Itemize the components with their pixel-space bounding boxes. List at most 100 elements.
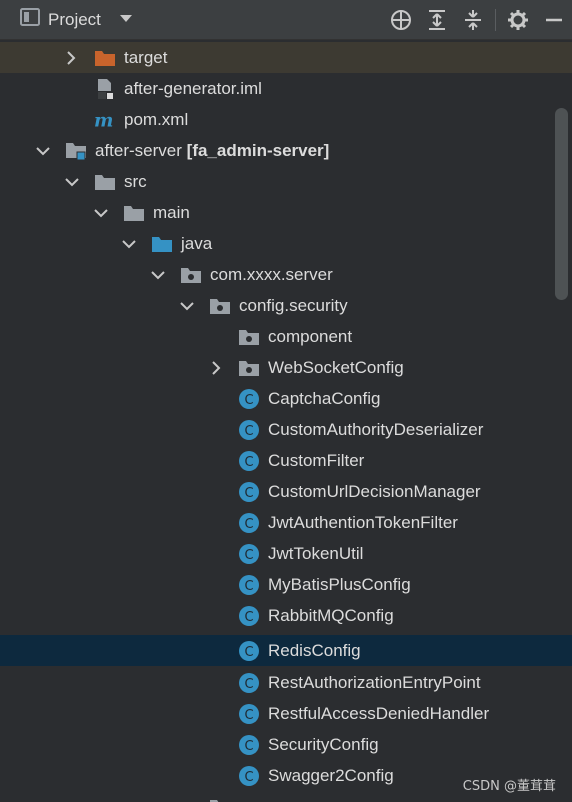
tree-item-label: Swagger2Config xyxy=(268,766,394,785)
chevron-right-icon[interactable] xyxy=(62,42,80,73)
tree-item-component[interactable]: component xyxy=(0,321,572,352)
java-class-icon: C xyxy=(238,383,260,414)
tree-item-class[interactable]: C RabbitMQConfig xyxy=(0,600,572,631)
java-class-icon: C xyxy=(238,760,260,791)
java-class-icon: C xyxy=(238,538,260,569)
tree-item-label: CustomUrlDecisionManager xyxy=(268,482,481,501)
tree-item-main[interactable]: main xyxy=(0,197,572,228)
tree-item-class[interactable]: C CustomUrlDecisionManager xyxy=(0,476,572,507)
tree-item-after-server[interactable]: after-server [fa_admin-server] xyxy=(0,135,572,166)
package-icon xyxy=(238,352,260,383)
project-toolbar: Project xyxy=(0,0,572,40)
tree-item-iml[interactable]: after-generator.iml xyxy=(0,73,572,104)
locate-icon[interactable] xyxy=(383,0,419,40)
svg-text:C: C xyxy=(244,455,253,470)
tree-item-pom[interactable]: m pom.xml xyxy=(0,104,572,135)
svg-text:C: C xyxy=(244,677,253,692)
java-class-icon: C xyxy=(238,476,260,507)
tree-item-label: RestfulAccessDeniedHandler xyxy=(268,704,490,723)
java-class-icon: C xyxy=(238,569,260,600)
tree-item-label: pom.xml xyxy=(124,110,189,129)
tree-item-class[interactable]: C SecurityConfig xyxy=(0,729,572,760)
chevron-down-icon[interactable] xyxy=(63,166,81,197)
chevron-down-icon[interactable] xyxy=(149,259,167,290)
tree-item-label: RabbitMQConfig xyxy=(268,606,394,625)
tree-item-label: component xyxy=(268,327,353,346)
java-class-icon: C xyxy=(238,600,260,631)
maven-icon: m xyxy=(94,104,116,135)
java-class-icon: C xyxy=(238,414,260,445)
svg-text:C: C xyxy=(244,393,253,408)
tree-item-websocketconfig[interactable]: WebSocketConfig xyxy=(0,352,572,383)
tree-item-label: CaptchaConfig xyxy=(268,389,381,408)
svg-text:C: C xyxy=(244,610,253,625)
svg-text:m: m xyxy=(94,110,113,130)
module-folder-icon xyxy=(65,135,87,166)
java-class-icon: C xyxy=(238,445,260,476)
tree-item-class[interactable]: C JwtAuthentionTokenFilter xyxy=(0,507,572,538)
svg-text:C: C xyxy=(244,708,253,723)
chevron-down-icon[interactable] xyxy=(92,197,110,228)
folder-icon xyxy=(94,42,116,73)
toolbar-separator xyxy=(495,9,496,31)
tree-item-src[interactable]: src xyxy=(0,166,572,197)
svg-text:C: C xyxy=(244,739,253,754)
module-name: after-server xyxy=(95,141,182,160)
chevron-right-icon[interactable] xyxy=(207,352,225,383)
svg-text:C: C xyxy=(244,548,253,563)
expand-all-icon[interactable] xyxy=(419,0,455,40)
tree-item-class[interactable]: C JwtTokenUtil xyxy=(0,538,572,569)
gear-icon[interactable] xyxy=(500,0,536,40)
java-class-icon: C xyxy=(238,635,260,666)
tree-item-label: CustomFilter xyxy=(268,451,365,470)
svg-text:C: C xyxy=(244,486,253,501)
tree-item-target[interactable]: target xyxy=(0,42,572,73)
chevron-down-icon[interactable] xyxy=(178,290,196,321)
java-class-icon: C xyxy=(238,667,260,698)
chevron-down-icon[interactable] xyxy=(34,135,52,166)
tree-item-label: config.security xyxy=(239,296,348,315)
svg-text:C: C xyxy=(244,579,253,594)
scrollbar-thumb[interactable] xyxy=(555,108,568,300)
tree-item-class[interactable]: C CustomFilter xyxy=(0,445,572,476)
minimize-icon[interactable] xyxy=(536,0,572,40)
project-view-icon xyxy=(20,8,40,31)
tree-item-label: main xyxy=(153,203,190,222)
package-icon xyxy=(209,290,231,321)
tree-item-label: after-generator.iml xyxy=(124,79,262,98)
tree-item-java[interactable]: java xyxy=(0,228,572,259)
source-folder-icon xyxy=(151,228,173,259)
tree-item-label: RestAuthorizationEntryPoint xyxy=(268,673,481,692)
caret-down-icon[interactable] xyxy=(119,11,133,29)
project-tree: target after-generator.iml m pom.xml aft… xyxy=(0,42,572,802)
project-title[interactable]: Project xyxy=(48,10,101,30)
tree-item-class[interactable]: C CustomAuthorityDeserializer xyxy=(0,414,572,445)
tree-item-label: target xyxy=(124,48,168,67)
collapse-all-icon[interactable] xyxy=(455,0,491,40)
iml-file-icon xyxy=(94,73,116,104)
svg-text:C: C xyxy=(244,517,253,532)
svg-text:C: C xyxy=(244,770,253,785)
java-class-icon: C xyxy=(238,729,260,760)
java-class-icon: C xyxy=(238,698,260,729)
tree-item-class[interactable]: C MyBatisPlusConfig xyxy=(0,569,572,600)
folder-icon xyxy=(123,197,145,228)
java-class-icon: C xyxy=(238,507,260,538)
package-icon xyxy=(209,791,231,802)
tree-item-label: WebSocketConfig xyxy=(268,358,404,377)
tree-item-class[interactable]: C RestfulAccessDeniedHandler xyxy=(0,698,572,729)
tree-item-pkg-server[interactable]: com.xxxx.server xyxy=(0,259,572,290)
tree-item-label: com.xxxx.server xyxy=(210,265,333,284)
folder-icon xyxy=(94,166,116,197)
tree-item-label: after-server [fa_admin-server] xyxy=(95,135,329,166)
tree-item-class[interactable]: C RestAuthorizationEntryPoint xyxy=(0,667,572,698)
tree-item-label: CustomAuthorityDeserializer xyxy=(268,420,484,439)
chevron-down-icon[interactable] xyxy=(120,228,138,259)
package-icon xyxy=(238,321,260,352)
tree-item-label: RedisConfig xyxy=(268,641,361,660)
tree-item-class[interactable]: C CaptchaConfig xyxy=(0,383,572,414)
tree-item-pkg-config-security[interactable]: config.security xyxy=(0,290,572,321)
module-alias: [fa_admin-server] xyxy=(186,141,330,160)
tree-item-label: JwtTokenUtil xyxy=(268,544,364,563)
tree-item-class-selected[interactable]: C RedisConfig xyxy=(0,635,572,666)
